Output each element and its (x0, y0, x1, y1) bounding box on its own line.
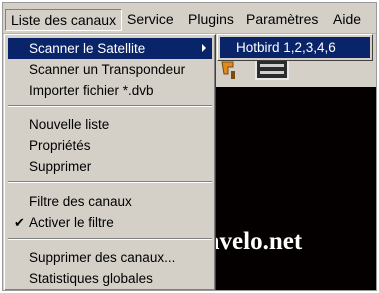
submenu-arrow-icon (202, 44, 206, 52)
menu-item-filtre-des-canaux[interactable]: Filtre des canaux (8, 191, 212, 212)
menu-parametres[interactable]: Paramètres (241, 9, 323, 31)
submenu-item-hotbird[interactable]: Hotbird 1,2,3,4,6 (220, 37, 370, 58)
menu-item-statistiques-globales[interactable]: Statistiques globales (8, 268, 212, 289)
menu-item-label: Activer le filtre (29, 215, 114, 230)
menu-separator (8, 181, 212, 183)
video-preview (215, 87, 376, 290)
menu-liste-des-canaux[interactable]: Liste des canaux (5, 9, 123, 31)
menu-item-proprietes[interactable]: Propriétés (8, 135, 212, 156)
menu-item-scanner-le-satellite[interactable]: Scanner le Satellite (8, 38, 212, 59)
menu-aide[interactable]: Aide (328, 9, 366, 31)
menu-item-label: Scanner le Satellite (29, 41, 146, 56)
menu-item-importer-fichier[interactable]: Importer fichier *.dvb (8, 80, 212, 101)
menu-item-scanner-un-transpondeur[interactable]: Scanner un Transpondeur (8, 59, 212, 80)
menu-item-supprimer-des-canaux[interactable]: Supprimer des canaux... (8, 247, 212, 268)
checkmark-icon: ✔ (14, 215, 25, 230)
satellite-dish-icon[interactable] (219, 59, 241, 81)
menu-item-nouvelle-liste[interactable]: Nouvelle liste (8, 114, 212, 135)
menu-item-supprimer[interactable]: Supprimer (8, 156, 212, 177)
menu-item-activer-le-filtre[interactable]: ✔ Activer le filtre (8, 212, 212, 233)
menu-bar: Liste des canaux Service Plugins Paramèt… (3, 3, 376, 34)
menu-separator (8, 105, 212, 107)
menu-separator (8, 238, 212, 240)
menu-plugins[interactable]: Plugins (183, 9, 239, 31)
scanner-satellite-submenu: Hotbird 1,2,3,4,6 (217, 34, 373, 61)
menu-service[interactable]: Service (122, 9, 179, 31)
liste-des-canaux-dropdown: Scanner le Satellite Scanner un Transpon… (4, 34, 216, 290)
app-window: www.avelo.net Liste des canaux Service P… (2, 2, 377, 291)
channel-list-icon[interactable] (255, 58, 289, 80)
